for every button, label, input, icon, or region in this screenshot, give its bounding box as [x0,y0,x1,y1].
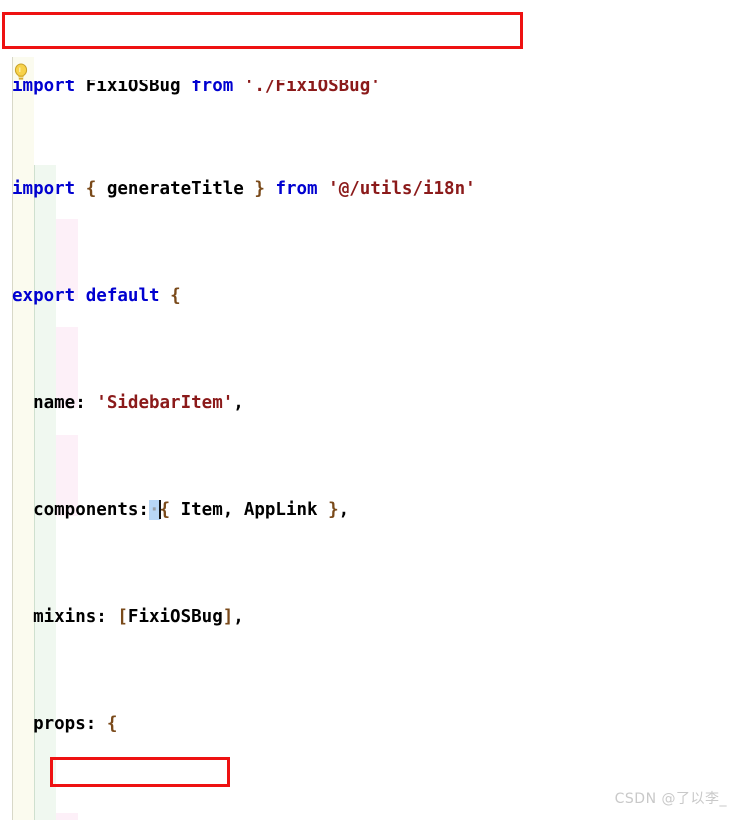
token-string-sidebaritem: 'SidebarItem' [96,393,234,413]
token-string-fixiosbug-path: './FixiOSBug' [243,80,381,96]
code-line-4[interactable]: name: 'SidebarItem', [0,390,737,417]
code-line-6[interactable]: mixins: [FixiOSBug], [0,604,737,631]
code-editor[interactable]: import FixiOSBug from './FixiOSBug' impo… [0,0,737,820]
token-keyword-from: from [191,80,234,96]
code-line-5[interactable]: components:·{ Item, AppLink }, [0,497,737,524]
token-keyword-import: import [12,80,76,96]
code-line-3[interactable]: export default { [0,283,737,310]
code-line-7[interactable]: props: { [0,711,737,738]
code-line-2[interactable]: import { generateTitle } from '@/utils/i… [0,176,737,203]
watermark-text: CSDN @了以李_ [614,791,727,807]
token-keyword-default: default [85,286,160,306]
token-keyword-export: export [12,286,76,306]
code-line-1[interactable]: import FixiOSBug from './FixiOSBug' [0,80,737,96]
token-generate-title-import: generateTitle [96,179,255,199]
code-content[interactable]: import FixiOSBug from './FixiOSBug' impo… [0,0,737,820]
token-string-i18n-path: '@/utils/i18n' [328,179,476,199]
